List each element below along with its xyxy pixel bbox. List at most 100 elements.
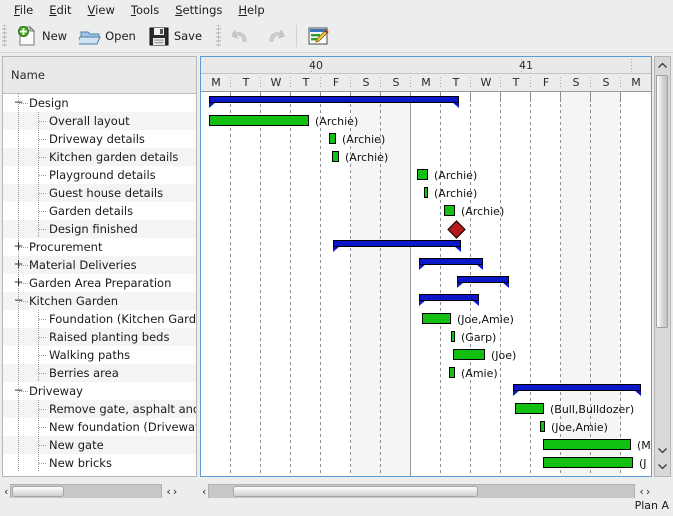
day-header-cell: S [561,74,591,92]
tree-row[interactable]: −Kitchen Garden [3,292,196,310]
tree-row-label: Material Deliveries [29,256,137,274]
tree-row[interactable]: Design finished [3,220,196,238]
gantt-task-bar[interactable] [424,187,428,198]
day-header-separator [560,77,561,89]
toolbar-grip[interactable] [2,25,7,47]
tree-guide-line [18,364,19,382]
gantt-scroll-left-icon[interactable]: ‹ [200,485,208,498]
gantt-summary-bar[interactable] [419,258,483,267]
menu-settings[interactable]: Settings [167,1,230,19]
menu-label-rest: ools [136,3,159,17]
gantt-task-bar[interactable] [417,169,428,180]
summary-bar-body [419,294,479,301]
tree-scroll-thumb[interactable] [12,486,64,497]
gantt-task-bar[interactable] [453,349,485,360]
day-header-separator [410,77,411,89]
summary-bar-left-cap [333,247,340,253]
gantt-scroll-track[interactable] [208,484,635,499]
tree-row[interactable]: Guest house details [3,184,196,202]
gantt-scroll-thumb[interactable] [233,486,478,497]
tree-row[interactable]: Raised planting beds [3,328,196,346]
new-button[interactable]: New [10,22,73,50]
gantt-canvas[interactable]: (Archie)(Archie)(Archie)(Archie)(Archie)… [201,92,651,476]
gantt-milestone-marker[interactable] [447,220,465,238]
tree-row[interactable]: New foundation (Driveway) [3,418,196,436]
gantt-task-bar[interactable] [515,403,544,414]
scroll-thumb[interactable] [656,75,668,328]
menu-tools[interactable]: Tools [123,1,167,19]
gantt-task-bar[interactable] [422,313,451,324]
tree-row[interactable]: Playground details [3,166,196,184]
open-button[interactable]: Open [73,22,142,50]
tree-guide-connector [39,121,47,122]
tree-row[interactable]: +Garden Area Preparation [3,274,196,292]
tree-row[interactable]: +Procurement [3,238,196,256]
tree-guide-connector [39,337,47,338]
tree-guide-line [18,184,19,202]
tree-row-label: Raised planting beds [49,328,169,346]
tree-row[interactable]: Driveway details [3,130,196,148]
tree-row[interactable]: Berries area [3,364,196,382]
redo-arrow-icon [264,25,286,47]
gantt-task-bar[interactable] [451,331,455,342]
gantt-task-bar[interactable] [329,133,336,144]
tree-column-header-name[interactable]: Name [3,57,196,94]
gantt-task-bar[interactable] [449,367,455,378]
tree-row[interactable]: New bricks [3,454,196,472]
edit-schedule-button[interactable] [301,22,335,50]
gantt-task-bar[interactable] [444,205,455,216]
tree-row[interactable]: Foundation (Kitchen Garden) [3,310,196,328]
tree-row[interactable]: Walking paths [3,346,196,364]
gantt-day-header: MTWTFSSMTWTFSSM [201,74,651,92]
menu-edit[interactable]: Edit [41,1,79,19]
gantt-task-bar[interactable] [540,421,545,432]
undo-button[interactable] [224,22,258,50]
tree-row[interactable]: Remove gate, asphalt and fou [3,400,196,418]
gantt-step-right-icon[interactable]: › [646,485,650,498]
scroll-up-arrow[interactable] [655,58,669,72]
toolbar-grip-2[interactable] [216,25,221,47]
menu-bar: FileEditViewToolsSettingsHelp [0,0,673,20]
menu-view[interactable]: View [80,1,123,19]
day-header-cell: W [261,74,291,92]
gantt-step-left-icon[interactable]: ‹ [639,485,643,498]
tree-row[interactable]: Overall layout [3,112,196,130]
gantt-bar-resource-label: (Archie) [434,187,477,200]
tree-row[interactable]: −Driveway [3,382,196,400]
tree-guide-line [18,328,19,346]
tree-row[interactable]: Garden details [3,202,196,220]
tree-step-right-icon[interactable]: › [173,485,177,498]
tree-row[interactable]: Kitchen garden details [3,148,196,166]
gantt-summary-bar[interactable] [209,96,459,105]
weekend-shading [351,92,411,476]
tree-guide-connector [39,229,47,230]
app-window: FileEditViewToolsSettingsHelp New [0,0,673,516]
save-button[interactable]: Save [142,22,208,50]
gantt-summary-bar[interactable] [513,384,641,393]
task-tree-panel: Name −DesignOverall layoutDriveway detai… [2,56,197,477]
tree-row[interactable]: +Material Deliveries [3,256,196,274]
gantt-task-bar[interactable] [332,151,339,162]
menu-help[interactable]: Help [230,1,272,19]
gantt-vertical-scrollbar[interactable] [654,56,671,477]
tree-guide-line [18,310,19,328]
tree-guide-line [18,148,19,166]
gantt-bar-resource-label: (Archie) [315,115,358,128]
menu-file[interactable]: File [6,1,41,19]
gantt-summary-bar[interactable] [457,276,509,285]
summary-bar-right-cap [634,391,641,397]
gantt-task-bar[interactable] [209,115,309,126]
scroll-down-arrow-upper[interactable] [655,443,669,457]
scroll-down-arrow[interactable] [655,459,669,473]
gantt-task-bar[interactable] [543,457,633,468]
gantt-task-bar[interactable] [543,439,631,450]
tree-scroll-track[interactable] [10,484,162,499]
tree-step-left-icon[interactable]: ‹ [166,485,170,498]
open-folder-icon [79,25,101,47]
gantt-summary-bar[interactable] [419,294,479,303]
redo-button[interactable] [258,22,292,50]
tree-scroll-left-icon[interactable]: ‹ [2,485,10,498]
gantt-summary-bar[interactable] [333,240,461,249]
tree-row[interactable]: New gate [3,436,196,454]
tree-row[interactable]: −Design [3,94,196,112]
